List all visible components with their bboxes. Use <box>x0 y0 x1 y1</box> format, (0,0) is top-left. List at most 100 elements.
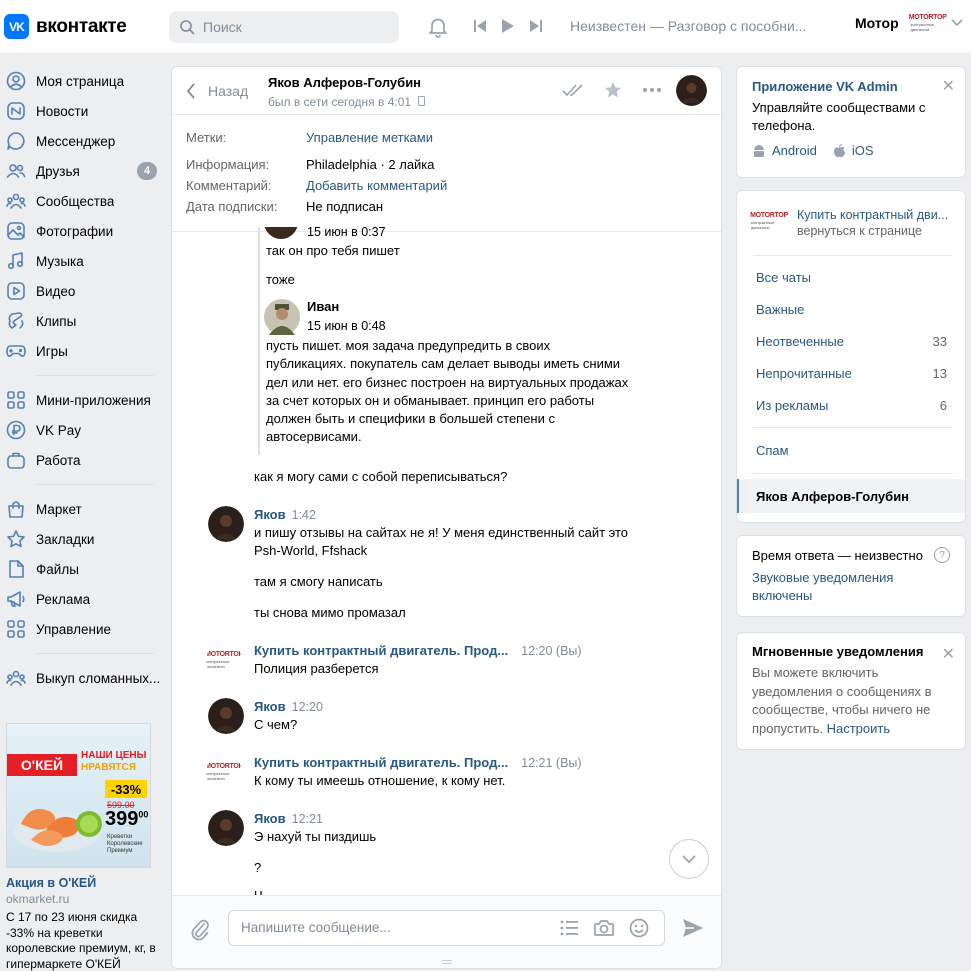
manage-tags-link[interactable]: Управление метками <box>306 130 433 145</box>
nav-item-apps[interactable]: Мини-приложения <box>0 385 160 415</box>
nav-item-clips[interactable]: Клипы <box>0 306 160 336</box>
yakov-avatar[interactable] <box>208 698 244 734</box>
nav-item-work[interactable]: Работа <box>0 445 160 475</box>
peer-info[interactable]: Яков Алферов-Голубин был в сети сегодня … <box>268 75 426 109</box>
search-box[interactable] <box>169 11 399 43</box>
folder-item[interactable]: Непрочитанные 13 <box>756 366 947 381</box>
ad-image[interactable]: О'КЕЙ НАШИ ЦЕНЫ НРАВЯТСЯ -33% 599.00 399… <box>6 723 151 868</box>
folder-label: Неотвеченные <box>756 334 845 349</box>
nav-item-friends[interactable]: Друзья 4 <box>0 156 160 186</box>
admin-promo-desc: Управляйте сообществами с телефона. <box>752 100 926 133</box>
nav-item-bookmarks[interactable]: Закладки <box>0 524 160 554</box>
nav-item-manage[interactable]: Управление <box>0 614 160 644</box>
message-author[interactable]: Купить контрактный двигатель. Прод... 12:… <box>254 643 582 658</box>
ad-discount: -33% <box>105 780 147 798</box>
star-icon[interactable] <box>604 81 622 99</box>
group-avatar: MOTORTOP контрактные двигатели <box>750 212 788 230</box>
nav-label: VK Pay <box>36 422 82 438</box>
ad-domain[interactable]: okmarket.ru <box>6 892 156 906</box>
admin-app-links: Android iOS <box>752 143 950 158</box>
group-avatar[interactable]: MOTORTOP контрактные двигатели <box>206 754 242 790</box>
nav-item-group[interactable]: Выкуп сломанных... <box>0 663 160 693</box>
back-button[interactable]: Назад <box>186 83 248 99</box>
add-comment-link[interactable]: Добавить комментарий <box>306 178 447 193</box>
nav-item-music[interactable]: Музыка <box>0 246 160 276</box>
more-icon[interactable] <box>642 87 662 93</box>
tags-key: Метки: <box>186 130 227 145</box>
admin-promo-title[interactable]: Приложение VK Admin <box>752 79 950 94</box>
user-menu[interactable]: Мотор MOTORTOP контрактные двигатели <box>855 12 963 34</box>
yakov-avatar[interactable] <box>208 506 244 542</box>
configure-link[interactable]: Настроить <box>827 721 891 736</box>
bell-icon[interactable] <box>427 16 449 38</box>
next-track-icon[interactable] <box>529 18 543 34</box>
message-author[interactable]: Купить контрактный двигатель. Прод... 12:… <box>254 755 582 770</box>
sound-notifications-link[interactable]: Звуковые уведомления включены <box>752 569 950 605</box>
shrimp-illustration <box>13 808 102 852</box>
yakov-avatar[interactable] <box>208 810 244 846</box>
group-header[interactable]: MOTORTOP контрактные двигатели Купить кон… <box>750 207 955 239</box>
folder-item[interactable]: Неотвеченные 33 <box>756 334 947 349</box>
current-track[interactable]: Неизвестен — Разговор с пособни... <box>570 18 806 34</box>
forward-text: тоже <box>266 272 295 287</box>
emoji-icon[interactable] <box>629 918 649 938</box>
nav-item-files[interactable]: Файлы <box>0 554 160 584</box>
folder-item[interactable]: Из рекламы 6 <box>756 398 947 413</box>
nav-item-user[interactable]: Моя страница <box>0 66 160 96</box>
ad-block[interactable]: О'КЕЙ НАШИ ЦЕНЫ НРАВЯТСЯ -33% 599.00 399… <box>6 723 156 971</box>
nav-item-market[interactable]: Маркет <box>0 494 160 524</box>
message-author[interactable]: Яков 12:20 <box>254 699 323 714</box>
send-icon[interactable] <box>682 918 704 938</box>
prev-track-icon[interactable] <box>473 18 487 34</box>
chat-header-actions <box>562 81 662 99</box>
message-input-box[interactable] <box>228 910 665 946</box>
nav-item-video[interactable]: Видео <box>0 276 160 306</box>
active-chat-item[interactable]: Яков Алферов-Голубин <box>737 479 965 513</box>
nav-item-communities[interactable]: Сообщества <box>0 186 160 216</box>
nav-item-games[interactable]: Игры <box>0 336 160 366</box>
vk-logo[interactable]: VK вконтакте <box>4 14 127 39</box>
read-checks-icon[interactable] <box>562 82 588 98</box>
attach-icon[interactable] <box>190 918 210 942</box>
message-text: ? <box>254 860 262 875</box>
nav-item-vkpay[interactable]: VK Pay <box>0 415 160 445</box>
nav-item-news[interactable]: Новости <box>0 96 160 126</box>
template-list-icon[interactable] <box>559 918 579 938</box>
folder-count: 6 <box>939 398 947 413</box>
play-icon[interactable] <box>501 18 515 34</box>
nav-item-photos[interactable]: Фотографии <box>0 216 160 246</box>
ios-link[interactable]: iOS <box>833 143 873 158</box>
left-nav: Моя страница Новости Мессенджер Друзья 4 Сооб… <box>0 66 160 693</box>
search-input[interactable] <box>203 19 373 35</box>
nav-item-ads[interactable]: Реклама <box>0 584 160 614</box>
group-avatar[interactable]: MOTORTOP контрактные двигатели <box>206 642 242 678</box>
forward-author-avatar <box>264 227 298 239</box>
android-link[interactable]: Android <box>752 143 817 158</box>
scroll-down-button[interactable] <box>669 839 709 879</box>
group-name[interactable]: Купить контрактный дви... <box>797 207 955 223</box>
group-back-link[interactable]: вернуться к странице <box>797 223 955 239</box>
close-icon[interactable]: ✕ <box>942 76 955 96</box>
clips-icon <box>8 312 24 329</box>
message-history[interactable]: 15 июн в 0:37 так он про тебя пишет тоже… <box>172 227 721 895</box>
ad-title[interactable]: Акция в О'КЕЙ <box>6 876 156 890</box>
folder-spam[interactable]: Спам <box>756 443 947 458</box>
message-author[interactable]: Яков 1:42 <box>254 507 316 522</box>
resize-grip[interactable] <box>442 960 452 964</box>
chat-folders: MOTORTOP контрактные двигатели Купить кон… <box>736 190 966 523</box>
peer-avatar[interactable] <box>676 75 707 106</box>
help-icon[interactable]: ? <box>934 547 950 563</box>
message-author[interactable]: Яков 12:21 <box>254 811 323 826</box>
photos-icon <box>7 222 25 240</box>
camera-icon[interactable] <box>593 918 615 938</box>
input-actions <box>559 918 649 938</box>
peer-name[interactable]: Яков Алферов-Голубин <box>268 75 425 90</box>
folder-item[interactable]: Важные <box>756 302 947 317</box>
folder-item[interactable]: Все чаты <box>756 270 947 285</box>
message-input[interactable] <box>241 920 541 938</box>
folder-count: 13 <box>932 366 947 381</box>
messenger-icon <box>7 132 25 150</box>
close-icon[interactable]: ✕ <box>942 644 955 664</box>
ivan-name[interactable]: Иван <box>307 298 339 316</box>
nav-item-messenger[interactable]: Мессенджер <box>0 126 160 156</box>
